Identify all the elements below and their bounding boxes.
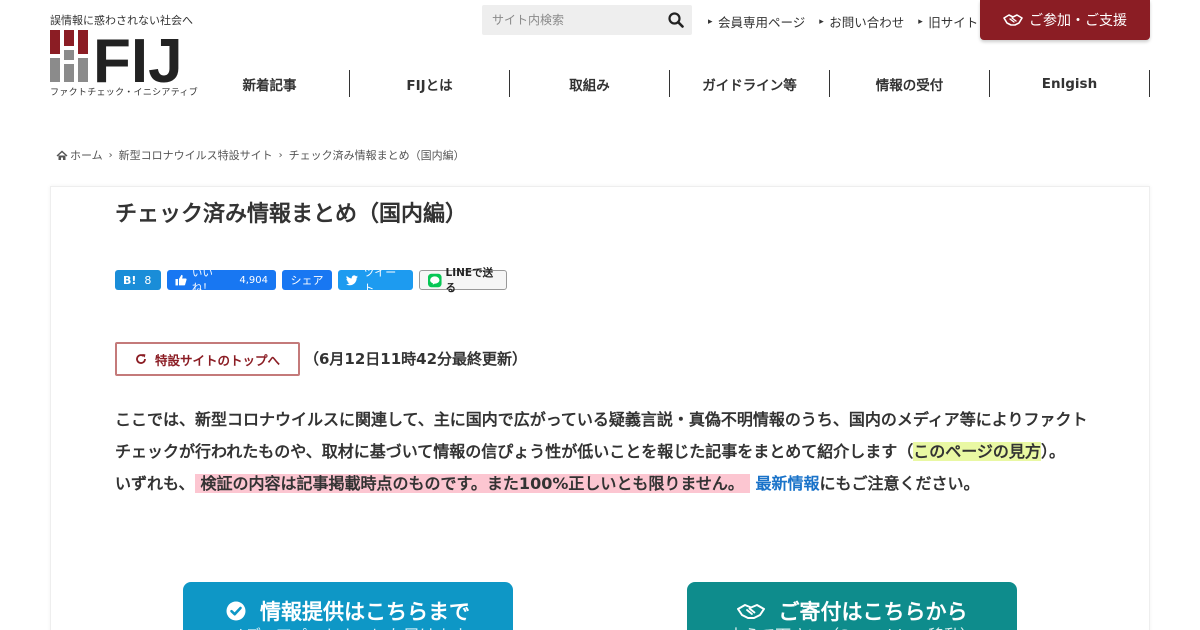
special-site-top-button[interactable]: 特設サイトのトップへ bbox=[115, 342, 300, 376]
line-share-button[interactable]: LINEで送る bbox=[419, 267, 507, 294]
how-to-read-link[interactable]: このページの見方 bbox=[913, 442, 1041, 461]
like-count: 4,904 bbox=[239, 274, 268, 286]
tweet-button[interactable]: ツイート bbox=[338, 266, 413, 295]
intro-text: ここでは、新型コロナウイルスに関連して、主に国内で広がっている疑義言説・真偽不明… bbox=[115, 404, 1090, 500]
main-nav: 新着記事 FIJとは 取組み ガイドライン等 情報の受付 Enlgish bbox=[190, 70, 1150, 97]
nav-item-english[interactable]: Enlgish bbox=[990, 70, 1150, 97]
info-submission-button[interactable]: 情報提供はこちらまで メディアパートナーにも届けます bbox=[183, 582, 513, 630]
nav-item-news[interactable]: 新着記事 bbox=[190, 70, 350, 97]
hatena-bookmark-button[interactable]: B! 8 bbox=[115, 270, 161, 290]
handshake-icon bbox=[1003, 14, 1023, 26]
donate-button[interactable]: ご寄付はこちらから 支えて下さい（Syncableへ移動） bbox=[687, 582, 1017, 630]
nav-item-initiatives[interactable]: 取組み bbox=[510, 70, 670, 97]
facebook-like-button[interactable]: いいね！ 4,904 bbox=[167, 267, 276, 294]
breadcrumb: ホーム › 新型コロナウイルス特設サイト › チェック済み情報まとめ（国内編） bbox=[56, 147, 465, 163]
last-updated: （6月12日11時42分最終更新） bbox=[304, 350, 528, 368]
latest-info-link[interactable]: 最新情報 bbox=[755, 474, 819, 493]
chevron-right-icon: ▸ bbox=[918, 16, 923, 27]
twitter-bird-icon bbox=[346, 274, 358, 285]
chevron-right-icon: › bbox=[108, 149, 113, 161]
old-site-link[interactable]: ▸ 旧サイト bbox=[918, 12, 978, 31]
chevron-right-icon: ▸ bbox=[708, 16, 713, 27]
caution-paragraph: いずれも、 検証の内容は記事掲載時点のものです。また100%正しいとも限りません。… bbox=[115, 474, 980, 493]
join-support-button[interactable]: ご参加・ご支援 bbox=[980, 0, 1150, 40]
chevron-right-icon: ▸ bbox=[819, 16, 824, 27]
search-input[interactable] bbox=[482, 5, 657, 35]
share-buttons: B! 8 いいね！ 4,904 シェア ツイート LINEで送る bbox=[115, 266, 507, 295]
refresh-icon bbox=[136, 354, 146, 364]
search-icon[interactable] bbox=[668, 12, 684, 28]
site-header: 誤情報に惑わされない社会へ FIJ ファクトチェック・イニシアティブ ▸会員専用… bbox=[0, 0, 1200, 110]
search-box bbox=[482, 5, 692, 35]
breadcrumb-home[interactable]: ホーム bbox=[70, 147, 103, 163]
breadcrumb-current: チェック済み情報まとめ（国内編） bbox=[288, 149, 465, 162]
check-circle-icon bbox=[226, 601, 246, 621]
intro-paragraph: ここでは、新型コロナウイルスに関連して、主に国内で広がっている疑義言説・真偽不明… bbox=[115, 410, 1088, 461]
page-title: チェック済み情報まとめ（国内編） bbox=[115, 202, 468, 227]
nav-item-guidelines[interactable]: ガイドライン等 bbox=[670, 70, 830, 97]
home-icon bbox=[56, 150, 68, 160]
nav-item-about[interactable]: FIJとは bbox=[350, 70, 510, 97]
handshake-icon bbox=[736, 604, 765, 619]
member-page-link[interactable]: ▸ 会員専用ページ bbox=[708, 12, 805, 31]
top-links: ▸ 会員専用ページ ▸ お問い合わせ ▸ 旧サイト bbox=[708, 12, 978, 31]
breadcrumb-covid-site[interactable]: 新型コロナウイルス特設サイト bbox=[119, 147, 273, 163]
thumbs-up-icon bbox=[175, 274, 187, 286]
line-icon bbox=[428, 273, 442, 287]
facebook-share-button[interactable]: シェア bbox=[282, 270, 332, 290]
caution-highlight: 検証の内容は記事掲載時点のものです。また100%正しいとも限りません。 bbox=[194, 474, 750, 493]
site-tagline: 誤情報に惑わされない社会へ bbox=[50, 14, 193, 27]
contact-link[interactable]: ▸ お問い合わせ bbox=[819, 12, 904, 31]
logo-subtitle: ファクトチェック・イニシアティブ bbox=[50, 88, 199, 98]
nav-item-submissions[interactable]: 情報の受付 bbox=[830, 70, 990, 97]
hatena-count: 8 bbox=[144, 273, 152, 287]
chevron-right-icon: › bbox=[278, 149, 283, 161]
